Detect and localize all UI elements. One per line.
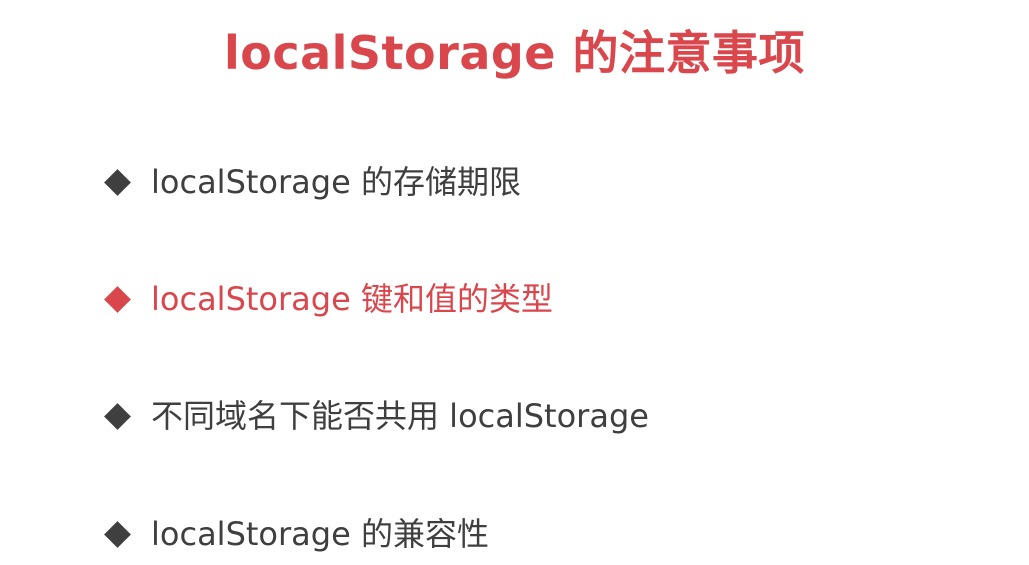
diamond-bullet-icon (104, 402, 131, 430)
list-item: localStorage 的兼容性 (104, 510, 489, 558)
list-item: localStorage 键和值的类型 (104, 275, 553, 323)
list-item: localStorage 的存储期限 (104, 158, 521, 206)
list-item-text: localStorage 的存储期限 (151, 163, 521, 201)
list-item-text: 不同域名下能否共用 localStorage (151, 397, 649, 435)
diamond-bullet-icon (104, 520, 131, 548)
list-item-text: localStorage 键和值的类型 (151, 280, 553, 318)
slide: localStorage 的注意事项 localStorage 的存储期限 lo… (0, 0, 1029, 565)
diamond-bullet-icon (104, 168, 131, 196)
list-item-text: localStorage 的兼容性 (151, 515, 489, 553)
list-item: 不同域名下能否共用 localStorage (104, 392, 649, 440)
slide-title: localStorage 的注意事项 (223, 26, 806, 80)
diamond-bullet-icon (104, 285, 131, 313)
